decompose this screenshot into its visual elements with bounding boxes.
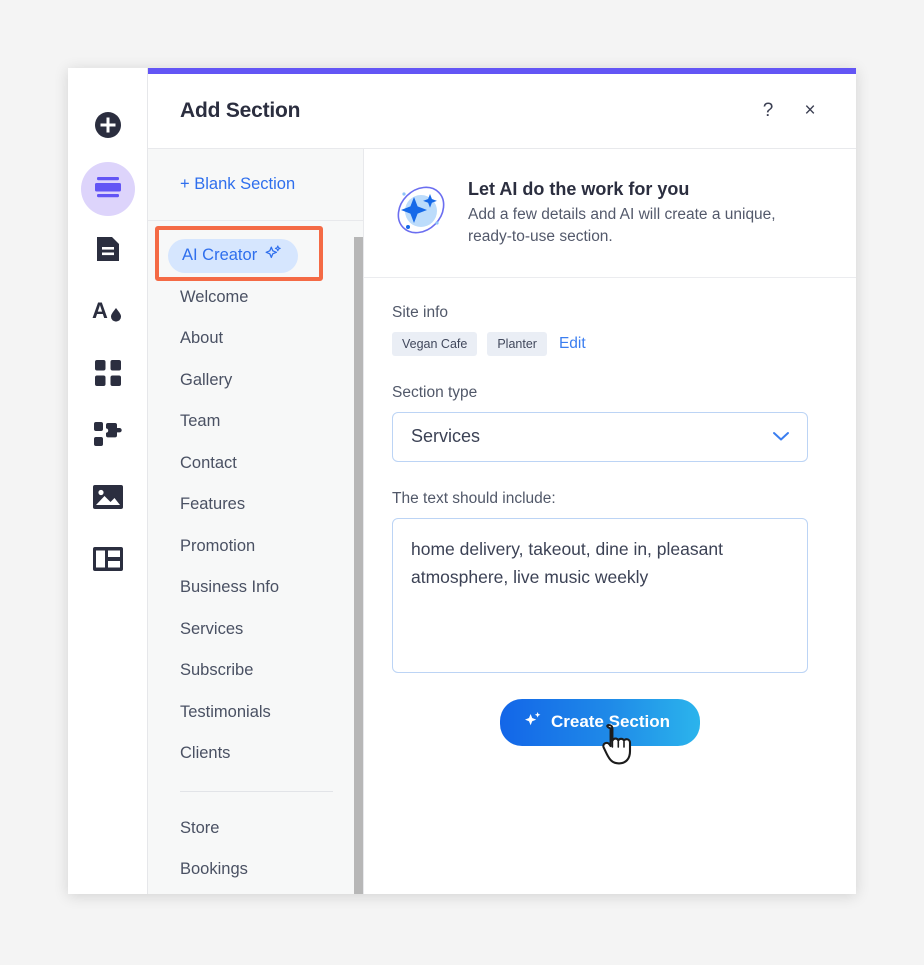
site-info-label: Site info	[392, 303, 449, 321]
site-info-tag: Vegan Cafe	[392, 331, 478, 356]
section-item-label: Welcome	[180, 287, 249, 306]
section-item-subscribe[interactable]: Subscribe	[148, 650, 363, 692]
section-item-label: Gallery	[180, 370, 233, 389]
blank-section-text: Blank Section	[194, 175, 296, 193]
image-icon	[92, 484, 123, 514]
create-section-button[interactable]: Create Section	[499, 698, 701, 746]
section-item-label: Contact	[180, 453, 237, 472]
create-button-area: Create Section	[392, 698, 808, 765]
section-item-label: Clients	[180, 744, 231, 763]
create-section-label: Create Section	[550, 712, 671, 732]
annotation-highlight-ai-creator	[155, 226, 323, 281]
section-item-store[interactable]: Store	[148, 808, 363, 850]
layout-table-icon	[92, 546, 123, 576]
help-icon[interactable]: ?	[752, 95, 784, 127]
blank-section-button[interactable]: + Blank Section	[148, 149, 363, 221]
plus-circle-icon	[93, 110, 123, 145]
section-item-label: Business Info	[180, 578, 280, 597]
page-icon	[95, 235, 121, 268]
rail-item-integrations[interactable]	[81, 410, 135, 464]
list-divider	[180, 790, 333, 792]
plus-icon: +	[180, 175, 190, 193]
section-item-contact[interactable]: Contact	[148, 443, 363, 485]
rail-item-layouts[interactable]	[81, 534, 135, 588]
section-item-about[interactable]: About	[148, 318, 363, 360]
panel-header: Add Section ? ×	[148, 74, 856, 149]
ai-banner-text: Let AI do the work for you Add a few det…	[468, 179, 798, 249]
section-item-label: Features	[180, 495, 246, 514]
section-item-services[interactable]: Services	[148, 609, 363, 651]
section-item-welcome[interactable]: Welcome	[148, 277, 363, 319]
rail-item-media[interactable]	[81, 472, 135, 526]
site-info-tag: Planter	[487, 331, 547, 356]
ai-promo-banner: Let AI do the work for you Add a few det…	[364, 149, 856, 278]
ai-sparkle-orbit-icon	[392, 181, 450, 244]
prompt-label: The text should include:	[392, 489, 556, 507]
section-type-value: Services	[411, 426, 481, 447]
close-icon[interactable]: ×	[794, 95, 826, 127]
section-item-label: Services	[180, 619, 244, 638]
editor-shell: A Add Section ? × + Blank Section AI Cre…	[68, 68, 856, 894]
section-item-testimonials[interactable]: Testimonials	[148, 692, 363, 734]
section-type-dropdown[interactable]: Services	[392, 411, 808, 462]
section-list-scrollbar[interactable]	[354, 237, 363, 894]
rail-item-sections[interactable]	[80, 162, 135, 216]
svg-text:A: A	[92, 298, 108, 323]
section-item-label: Subscribe	[180, 661, 254, 680]
section-item-gallery[interactable]: Gallery	[148, 360, 363, 402]
ai-creator-content: Let AI do the work for you Add a few det…	[364, 149, 856, 894]
ai-banner-title: Let AI do the work for you	[468, 179, 690, 199]
sparkle-icon	[524, 711, 542, 734]
left-icon-rail: A	[68, 68, 148, 894]
blank-section-label: + Blank Section	[180, 175, 295, 194]
section-item-label: About	[180, 329, 224, 348]
chevron-down-icon	[771, 426, 791, 447]
puzzle-icon	[93, 421, 122, 453]
rail-item-add-element[interactable]	[81, 100, 135, 154]
site-info-tags: Vegan Cafe Planter Edit	[392, 331, 808, 356]
section-item-label: Bookings	[180, 860, 248, 879]
section-list-scroll-area: AI Creator Welcome About Gallery Team Co…	[148, 221, 363, 894]
section-item-label: Promotion	[180, 536, 256, 555]
rail-item-pages[interactable]	[81, 224, 135, 278]
page-title: Add Section	[180, 99, 301, 122]
rail-item-apps[interactable]	[81, 348, 135, 402]
section-item-label: Testimonials	[180, 702, 271, 721]
section-item-team[interactable]: Team	[148, 401, 363, 443]
section-item-label: Team	[180, 412, 221, 431]
section-item-promotion[interactable]: Promotion	[148, 526, 363, 568]
sections-icon	[94, 175, 122, 204]
apps-grid-icon	[94, 359, 121, 391]
section-item-business-info[interactable]: Business Info	[148, 567, 363, 609]
section-item-clients[interactable]: Clients	[148, 733, 363, 775]
add-section-panel: Add Section ? × + Blank Section AI Creat…	[148, 68, 856, 894]
section-type-label: Section type	[392, 383, 478, 401]
rail-item-design[interactable]: A	[81, 286, 135, 340]
prompt-input[interactable]: home delivery, takeout, dine in, pleasan…	[392, 517, 808, 673]
ai-banner-description: Add a few details and AI will create a u…	[468, 206, 776, 246]
section-item-bookings[interactable]: Bookings	[148, 849, 363, 891]
ai-creator-form: Site info Vegan Cafe Planter Edit Sectio…	[364, 278, 856, 765]
section-item-features[interactable]: Features	[148, 484, 363, 526]
section-item-label: Store	[180, 818, 220, 837]
text-theme-icon: A	[92, 297, 124, 330]
site-info-edit-link[interactable]: Edit	[559, 335, 586, 353]
